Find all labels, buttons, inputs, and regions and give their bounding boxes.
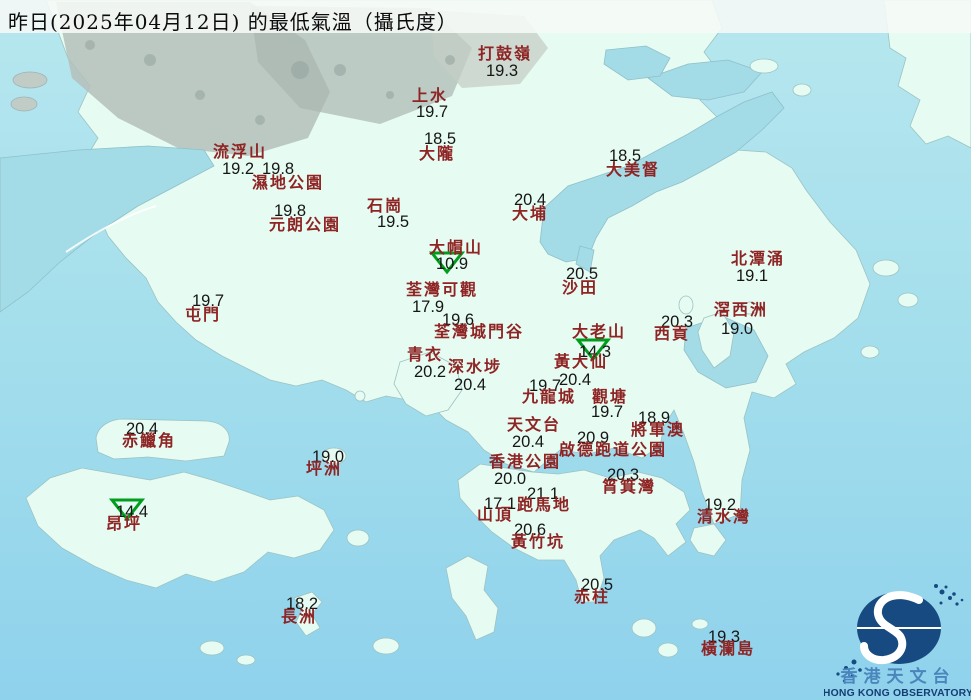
- station-name: 大帽山: [429, 238, 484, 257]
- station-temp-value: 19.2: [222, 160, 255, 178]
- station-temp-value: 17.9: [412, 298, 445, 316]
- station-name: 筲箕灣: [602, 477, 657, 496]
- station-name: 香港公園: [489, 452, 562, 471]
- station-name: 屯門: [185, 305, 222, 324]
- station-name: 西貢: [654, 324, 691, 343]
- station-temp-value: 20.2: [414, 363, 447, 381]
- hko-logo-icon: 香港天文台 HONG KONG OBSERVATORY: [823, 584, 971, 699]
- station-name: 將軍澳: [631, 420, 686, 439]
- station-name: 清水灣: [697, 507, 752, 526]
- station-name: 跑馬地: [517, 495, 572, 514]
- station-name: 山頂: [477, 505, 514, 524]
- station-temp-value: 19.5: [377, 213, 410, 231]
- hko-logo: 香港天文台 HONG KONG OBSERVATORY: [823, 578, 971, 700]
- logo-text-chinese: 香港天文台: [841, 666, 956, 687]
- station-name: 打鼓嶺: [478, 44, 533, 63]
- station-name: 流浮山: [213, 142, 268, 161]
- station-name: 青衣: [407, 345, 444, 364]
- station-name: 石崗: [367, 196, 404, 215]
- station-name: 沙田: [562, 278, 599, 297]
- station-temp-value: 19.7: [591, 403, 624, 421]
- station-temp-value: 19.3: [486, 62, 519, 80]
- station-name: 大埔: [512, 204, 549, 223]
- station-name: 赤鱲角: [122, 431, 177, 450]
- station-name: 觀塘: [592, 387, 629, 406]
- station-temp-value: 19.1: [736, 267, 769, 285]
- station-name: 大隴: [419, 144, 456, 163]
- station-name: 啟德跑道公園: [559, 440, 668, 459]
- station-temp-value: 19.7: [416, 103, 449, 121]
- station-name: 北潭涌: [731, 249, 786, 268]
- station-name: 上水: [412, 86, 449, 105]
- station-temp-value: 20.4: [512, 433, 545, 451]
- station-name: 昂坪: [106, 514, 143, 533]
- station-name: 濕地公園: [252, 173, 325, 192]
- station-temp-value: 20.4: [454, 376, 487, 394]
- station-name: 黃大仙: [554, 352, 609, 371]
- station-name: 大美督: [606, 160, 661, 179]
- station-name: 九龍城: [522, 387, 577, 406]
- station-name: 長洲: [281, 607, 318, 626]
- station-name: 滘西洲: [714, 300, 769, 319]
- min-temperature-map: 昨日(2025年04月12日) 的最低氣溫（攝氏度） 19.3 打鼓嶺 19.7 上水…: [0, 0, 971, 700]
- station-name: 荃灣可觀: [406, 280, 479, 299]
- station-name: 天文台: [507, 415, 562, 434]
- station-name: 赤柱: [574, 587, 611, 606]
- station-name: 大老山: [572, 322, 627, 341]
- station-name: 橫瀾島: [701, 639, 756, 658]
- station-temp-value: 19.0: [721, 320, 754, 338]
- station-temp-value: 20.0: [494, 470, 527, 488]
- station-name: 深水埗: [448, 357, 503, 376]
- station-name: 元朗公園: [269, 215, 342, 234]
- station-name: 黃竹坑: [511, 532, 566, 551]
- station-name: 荃灣城門谷: [434, 322, 525, 341]
- logo-text-english: HONG KONG OBSERVATORY: [824, 688, 971, 699]
- station-temp-value: 10.9: [436, 255, 469, 273]
- station-name: 坪洲: [306, 459, 343, 478]
